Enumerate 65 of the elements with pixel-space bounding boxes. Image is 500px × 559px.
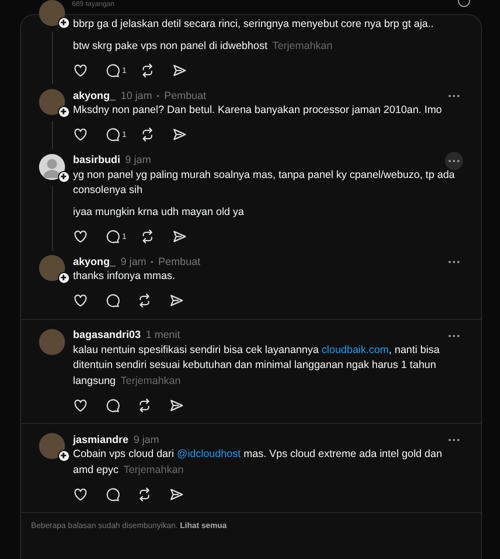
comment-text: Mksdny non panel? Dan betul. Karena banyakan processor jaman 2010an. Imo	[73, 103, 443, 118]
post-time: 10 jam	[120, 90, 152, 102]
heart-icon	[73, 486, 88, 502]
reply-count: 1	[122, 66, 126, 74]
see-all-link[interactable]: Lihat semua	[180, 521, 227, 530]
speech-bubble-icon	[105, 486, 120, 502]
speech-bubble-icon	[105, 398, 120, 412]
username[interactable]: bagasandri03	[73, 329, 141, 341]
follow-plus-icon[interactable]	[58, 170, 70, 182]
heart-icon	[73, 228, 88, 244]
link[interactable]: cloudbaik.com	[322, 344, 389, 356]
repost-icon	[137, 398, 152, 412]
username[interactable]: akyong_	[73, 90, 116, 102]
paper-plane-icon	[169, 486, 184, 502]
reply-count: 1	[122, 232, 126, 240]
more-options-icon[interactable]	[445, 152, 463, 170]
repost-icon	[137, 486, 152, 502]
translate-link[interactable]: Terjemahkan	[124, 464, 184, 476]
heart-icon	[73, 293, 88, 308]
translate-link[interactable]: Terjemahkan	[120, 374, 181, 386]
paper-plane-icon	[169, 293, 184, 308]
heart-icon	[73, 62, 88, 78]
reply-button[interactable]: 1	[105, 127, 126, 142]
author-label: Pembuat	[158, 256, 200, 268]
post-time: 1 menit	[146, 329, 180, 341]
post-time: 9 jam	[133, 434, 160, 446]
speech-bubble-icon	[105, 127, 120, 142]
follow-plus-icon[interactable]	[58, 17, 70, 29]
username[interactable]: jasmiandre	[73, 434, 128, 446]
dot-separator-icon	[157, 94, 160, 96]
paper-plane-icon	[172, 127, 188, 142]
follow-plus-icon[interactable]	[58, 106, 70, 118]
repost-icon	[140, 127, 156, 142]
speech-bubble-icon	[105, 228, 120, 244]
comment-text: iyaa mungkin krna udh mayan old ya	[73, 204, 246, 220]
post-time: 9 jam	[120, 256, 146, 268]
paper-plane-icon	[172, 228, 188, 244]
paper-plane-icon	[169, 398, 184, 412]
username[interactable]: akyong_	[73, 256, 116, 268]
follow-plus-icon[interactable]	[58, 272, 70, 284]
comment-text: yg non panel yg paling murah soalnya mas, tanpa panel ky cpanel/webuzo, tp ada consolenya sih	[73, 168, 456, 198]
heart-icon	[73, 127, 88, 142]
link[interactable]: @idcloudhost	[176, 448, 241, 460]
repost-icon	[140, 62, 156, 78]
hidden-replies-note: Beberapa balasan sudah disembunyikan. Lihat semua	[31, 521, 228, 530]
reply-button[interactable]: 1	[105, 62, 126, 78]
reply-count: 1	[122, 130, 126, 139]
comment-text: Cobain vps cloud dari @idcloudhost mas. Vps cloud extreme ada intel gold dan amd epyc Terjemahkan	[73, 447, 444, 478]
post-time: 9 jam	[125, 154, 151, 166]
paper-plane-icon	[172, 62, 188, 78]
reply-button[interactable]: 1	[105, 228, 126, 244]
dot-separator-icon	[151, 260, 154, 262]
repost-icon	[140, 228, 156, 244]
follow-plus-icon[interactable]	[58, 450, 70, 462]
author-label: Pembuat	[164, 90, 206, 102]
comment-text: thanks infonya mmas.	[73, 269, 176, 284]
comment-text: kalau nentuin spesifikasi sendiri bisa cek layanannya cloudbaik.com, nanti bisa ditentuin sendiri sesuai kebutuhan dan minimal langganan ngak harus 1 tahun langsung Terjemahkan	[73, 342, 441, 388]
comment-text: btw skrg pake vps non panel di idwebhost Terjemahkan	[73, 38, 334, 54]
speech-bubble-icon	[105, 293, 120, 308]
heart-icon	[73, 398, 88, 412]
repost-icon	[137, 293, 152, 308]
username[interactable]: basirbudi	[73, 154, 120, 166]
speech-bubble-icon	[105, 62, 120, 78]
translate-link[interactable]: Terjemahkan	[272, 40, 332, 52]
comment-text: bbrp ga d jelaskan detil secara rinci, seringnya menyebut core nya brp gt aja..	[73, 17, 435, 32]
